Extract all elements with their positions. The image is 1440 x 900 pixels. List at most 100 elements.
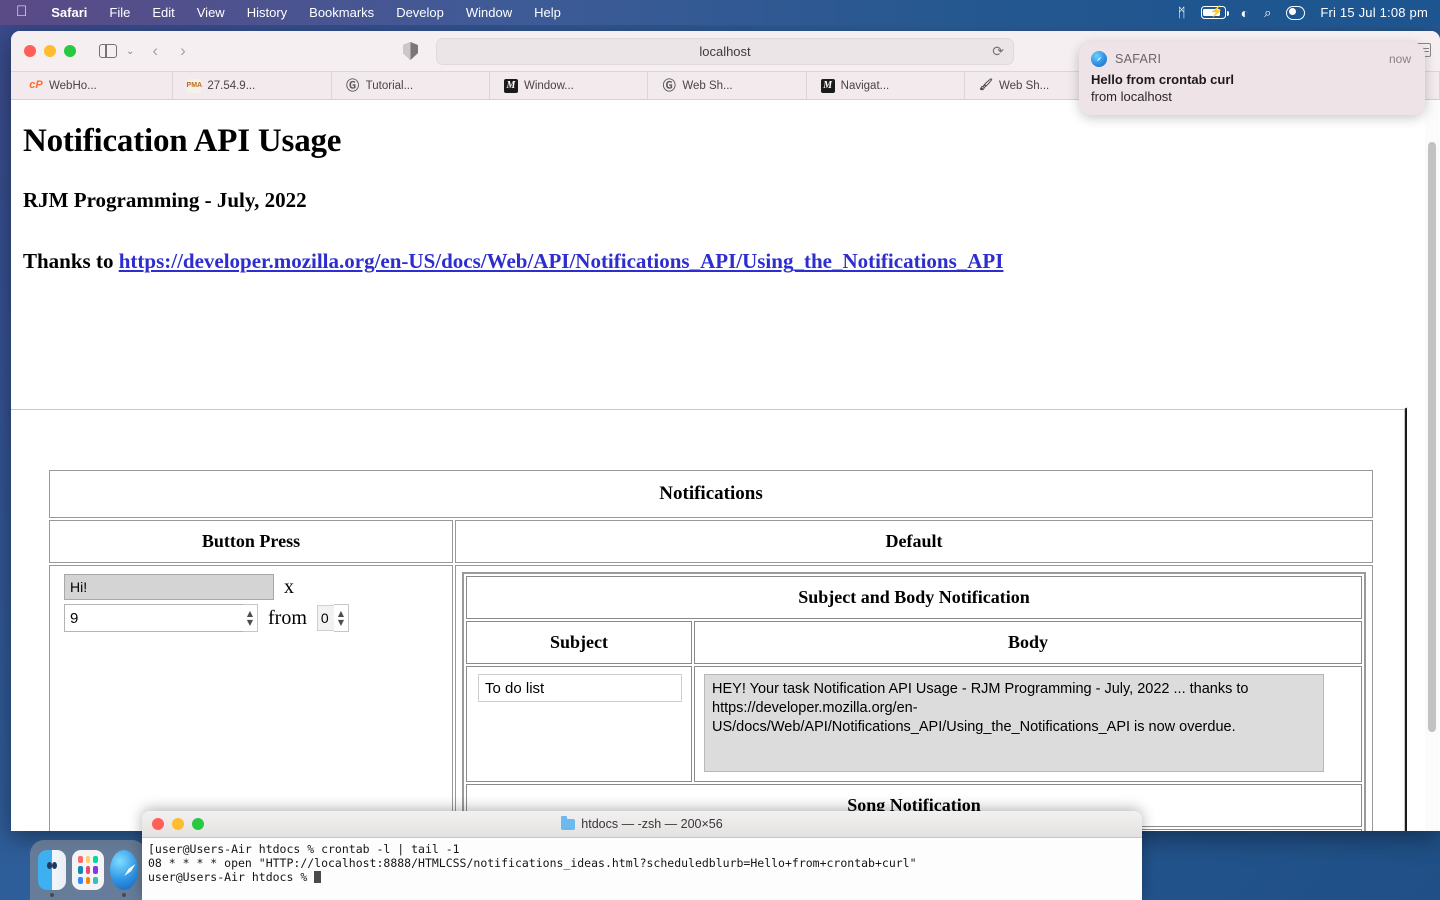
- times-label: x: [284, 575, 294, 598]
- subject-cell: [466, 666, 692, 782]
- count-spinner-icon[interactable]: ▲ ▼: [243, 604, 258, 632]
- default-inner-frame: Subject and Body Notification Subject Bo…: [462, 572, 1371, 831]
- close-window-button[interactable]: [24, 45, 36, 57]
- page-vertical-scrollbar[interactable]: [1425, 100, 1439, 831]
- menu-item-bookmarks[interactable]: Bookmarks: [298, 5, 385, 20]
- finder-icon[interactable]: [38, 850, 67, 897]
- count-input[interactable]: [64, 604, 244, 632]
- count-row: ▲▼ from ▲▼: [54, 600, 448, 632]
- menu-item-safari[interactable]: Safari: [40, 5, 98, 20]
- wifi-icon[interactable]: ◐: [1241, 6, 1249, 20]
- running-indicator: [50, 893, 55, 897]
- menu-item-help[interactable]: Help: [523, 5, 572, 20]
- page-title: Notification API Usage: [23, 123, 342, 159]
- sidebar-toggle-icon[interactable]: [99, 44, 117, 58]
- scrollbar-thumb[interactable]: [1428, 142, 1436, 732]
- launchpad-cell: [93, 866, 98, 874]
- thanks-prefix: Thanks to: [23, 249, 119, 273]
- notifications-iframe: Notifications Button Press Default x: [11, 409, 1405, 831]
- menu-item-file[interactable]: File: [98, 5, 141, 20]
- table-row-subject-body-title: Subject and Body Notification: [466, 576, 1362, 619]
- bookmark-label: WebHo...: [49, 79, 97, 92]
- iframe-inner-content: Notifications Button Press Default x: [47, 468, 1375, 831]
- maximize-window-button[interactable]: [64, 45, 76, 57]
- menu-item-edit[interactable]: Edit: [141, 5, 185, 20]
- bookmark-label: Window...: [523, 79, 574, 92]
- terminal-line-3: user@Users-Air htdocs %: [148, 870, 315, 884]
- from-input[interactable]: [316, 605, 335, 631]
- body-textarea[interactable]: HEY! Your task Notification API Usage - …: [704, 674, 1324, 772]
- globe-favicon: Ⓖ: [346, 78, 360, 93]
- column-header-default: Default: [455, 520, 1373, 563]
- bookmark-web-sh-1[interactable]: Ⓖ Web Sh...: [648, 72, 807, 99]
- privacy-shield-icon[interactable]: [403, 42, 418, 60]
- apple-menu-icon[interactable]: : [0, 4, 40, 19]
- menu-item-view[interactable]: View: [186, 5, 236, 20]
- back-button[interactable]: ‹: [152, 41, 158, 61]
- message-input[interactable]: [64, 574, 274, 600]
- window-traffic-lights: [11, 45, 76, 57]
- subject-body-title: Subject and Body Notification: [466, 576, 1362, 619]
- phpmyadmin-favicon: PMA: [187, 78, 202, 93]
- column-header-button-press: Button Press: [49, 520, 453, 563]
- reload-icon[interactable]: ⟳: [992, 43, 1004, 60]
- terminal-output[interactable]: [user@Users-Air htdocs % crontab -l | ta…: [142, 838, 1142, 888]
- m-favicon: M: [503, 78, 518, 93]
- button-press-pane: x ▲▼ from: [49, 565, 453, 831]
- control-center-icon[interactable]: [1286, 5, 1306, 20]
- from-stepper[interactable]: ▲▼: [316, 604, 349, 632]
- menu-bar-clock[interactable]: Fri 15 Jul 1:08 pm: [1320, 5, 1428, 20]
- page-subtitle: RJM Programming - July, 2022: [23, 188, 307, 212]
- charging-bolt-icon: ⚡: [1209, 6, 1224, 18]
- chevron-down-icon[interactable]: ⌄: [126, 46, 134, 57]
- terminal-title: htdocs — -zsh — 200×56: [581, 817, 723, 831]
- bookmark-label: 27.54.9...: [207, 79, 256, 92]
- launchpad-cell: [85, 856, 91, 864]
- bluetooth-icon[interactable]: ᛗ: [1178, 6, 1186, 19]
- launchpad-cell: [78, 866, 83, 874]
- folder-icon: [561, 816, 576, 830]
- notification-title: Hello from crontab curl: [1091, 72, 1235, 87]
- battery-charging-icon[interactable]: ⚡: [1200, 6, 1229, 19]
- search-icon[interactable]: ⌕: [1264, 6, 1271, 19]
- count-stepper[interactable]: ▲▼: [64, 604, 258, 632]
- notifications-title: Notifications: [49, 470, 1373, 518]
- globe-favicon: Ⓖ: [662, 78, 676, 93]
- launchpad-cell: [85, 866, 91, 874]
- menu-item-history[interactable]: History: [236, 5, 298, 20]
- launchpad-cell: [93, 876, 98, 884]
- safari-window: ⌄ ‹ › localhost ⟳ cP WebHo... PMA 27.54.…: [11, 31, 1440, 831]
- body-cell: HEY! Your task Notification API Usage - …: [694, 666, 1362, 782]
- notification-banner[interactable]: SAFARI now Hello from crontab curl from …: [1079, 42, 1425, 115]
- launchpad-cell: [78, 856, 83, 864]
- minimize-window-button[interactable]: [44, 45, 56, 57]
- notification-header: SAFARI now: [1091, 51, 1411, 67]
- web-page-content: Notification API Usage RJM Programming -…: [11, 100, 1440, 831]
- bookmark-navigat[interactable]: M Navigat...: [807, 72, 965, 99]
- body-header: Body: [694, 621, 1362, 664]
- bookmark-tutorial[interactable]: Ⓖ Tutorial...: [332, 72, 490, 99]
- menu-item-window[interactable]: Window: [455, 5, 523, 20]
- table-row-subject-body-fields: HEY! Your task Notification API Usage - …: [466, 666, 1362, 782]
- launchpad-icon[interactable]: [72, 850, 104, 890]
- terminal-title-bar: htdocs — -zsh — 200×56: [142, 811, 1142, 838]
- mozilla-docs-link[interactable]: https://developer.mozilla.org/en-US/docs…: [119, 249, 1004, 273]
- address-bar[interactable]: localhost ⟳: [436, 38, 1014, 65]
- from-label: from: [268, 606, 307, 629]
- forward-button[interactable]: ›: [180, 41, 186, 61]
- menu-bar-status-area: ᛗ ⚡ ◐ ⌕ Fri 15 Jul 1:08 pm: [1178, 5, 1440, 20]
- m-favicon: M: [820, 78, 835, 93]
- notifications-table: Notifications Button Press Default x: [47, 468, 1375, 831]
- table-row-content: x ▲▼ from: [49, 565, 1373, 831]
- from-spinner-icon[interactable]: ▲ ▼: [333, 604, 349, 632]
- bookmark-window[interactable]: M Window...: [490, 72, 649, 99]
- bookmark-webho[interactable]: cP WebHo...: [11, 72, 174, 99]
- terminal-window[interactable]: htdocs — -zsh — 200×56 [user@Users-Air h…: [142, 811, 1142, 900]
- bookmark-27-54-9[interactable]: PMA 27.54.9...: [173, 72, 332, 99]
- navigation-buttons: ‹ ›: [152, 41, 185, 61]
- desktop:  Safari File Edit View History Bookmark…: [0, 0, 1440, 900]
- menu-item-develop[interactable]: Develop: [385, 5, 455, 20]
- subject-input[interactable]: [478, 674, 682, 702]
- default-pane: Subject and Body Notification Subject Bo…: [455, 565, 1373, 831]
- safari-dock-icon[interactable]: [109, 850, 138, 897]
